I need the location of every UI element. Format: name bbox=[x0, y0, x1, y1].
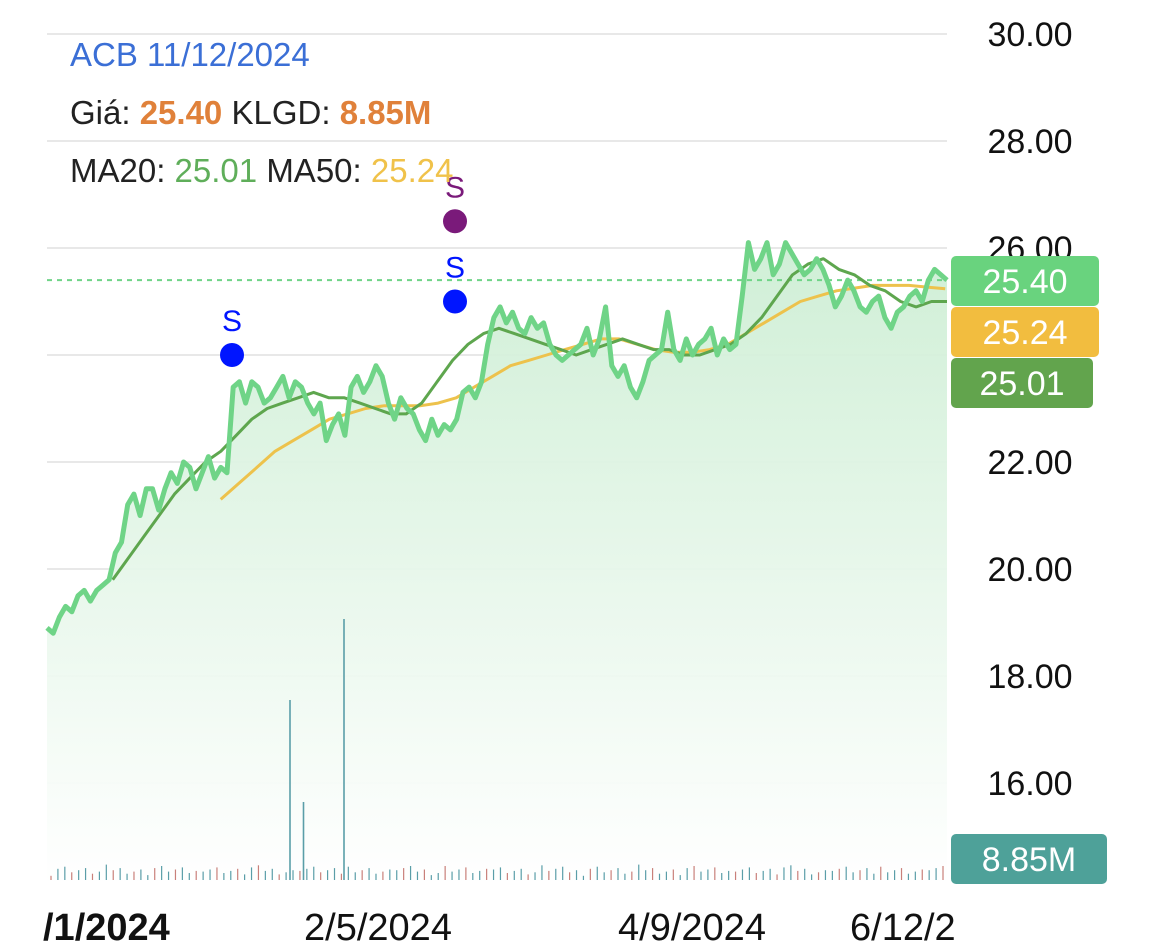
volume-value: 8.85M bbox=[339, 94, 432, 131]
y-axis: 30.0028.0026.0022.0020.0018.0016.00 bbox=[987, 16, 1072, 803]
signal-dot bbox=[220, 343, 244, 367]
x-axis: /1/2024 2/5/2024 4/9/2024 6/12/2 bbox=[43, 907, 956, 949]
price-area-fill bbox=[47, 242, 947, 886]
x-tick-label: 2/5/2024 bbox=[304, 907, 452, 949]
chart-header: ACB 11/12/2024 Giá: 25.40 KLGD: 8.85M MA… bbox=[70, 26, 453, 200]
ma20-value: 25.01 bbox=[174, 152, 258, 189]
x-tick-label: 4/9/2024 bbox=[618, 907, 766, 949]
ma50-value: 25.24 bbox=[370, 152, 454, 189]
y-tick-label: 16.00 bbox=[987, 765, 1072, 803]
price-area bbox=[47, 242, 947, 886]
ma50-label: MA50: bbox=[266, 152, 362, 189]
price-label: Giá: bbox=[70, 94, 131, 131]
x-tick-label: /1/2024 bbox=[43, 907, 170, 949]
signal-dot bbox=[443, 209, 467, 234]
price-badge: 25.40 bbox=[982, 263, 1067, 301]
y-tick-label: 30.00 bbox=[987, 16, 1072, 54]
signal-dot bbox=[443, 289, 467, 314]
ma20-label: MA20: bbox=[70, 152, 166, 189]
signal-label: S bbox=[222, 305, 242, 338]
header-price-row: Giá: 25.40 KLGD: 8.85M bbox=[70, 84, 453, 142]
ma20-badge: 25.01 bbox=[979, 365, 1064, 403]
signal-label: S bbox=[445, 252, 465, 285]
signal-markers: SSS bbox=[220, 171, 467, 367]
y-tick-label: 22.00 bbox=[987, 444, 1072, 482]
y-tick-label: 18.00 bbox=[987, 658, 1072, 696]
y-tick-label: 20.00 bbox=[987, 551, 1072, 589]
header-ticker-row: ACB 11/12/2024 bbox=[70, 26, 453, 84]
volume-badge: 8.85M bbox=[982, 841, 1077, 879]
ticker-date: ACB 11/12/2024 bbox=[70, 36, 310, 73]
volume-label: KLGD: bbox=[231, 94, 331, 131]
ma50-badge: 25.24 bbox=[982, 314, 1067, 352]
x-tick-label: 6/12/2 bbox=[850, 907, 956, 949]
y-tick-label: 28.00 bbox=[987, 123, 1072, 161]
header-ma-row: MA20: 25.01 MA50: 25.24 bbox=[70, 142, 453, 200]
price-value: 25.40 bbox=[139, 94, 223, 131]
